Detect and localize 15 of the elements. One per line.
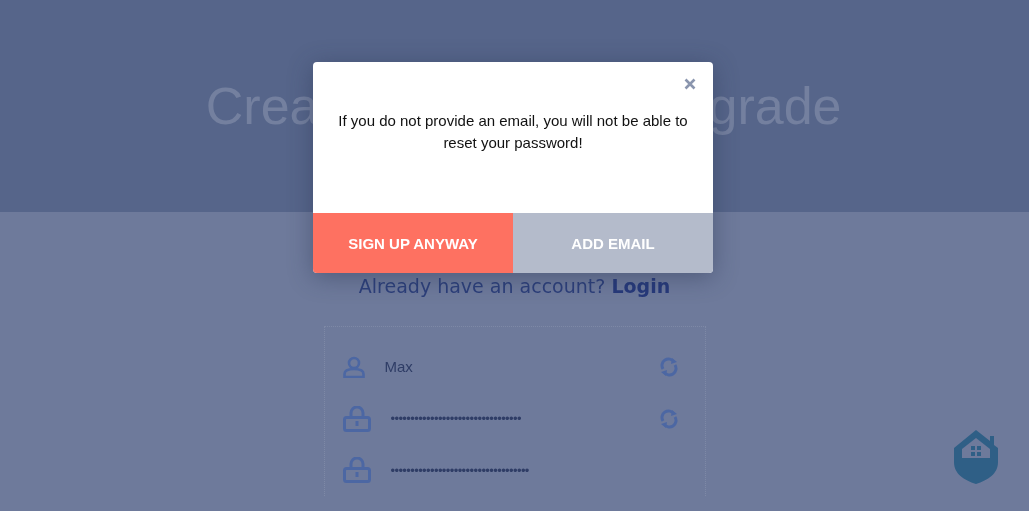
prompt-text: Already have an account?	[358, 275, 607, 297]
close-icon[interactable]	[684, 78, 696, 90]
password-field[interactable]: •••••••••••••••••••••••••••••••••	[390, 411, 639, 426]
user-icon	[342, 355, 365, 378]
refresh-icon[interactable]	[658, 408, 679, 429]
add-email-button[interactable]: ADD EMAIL	[513, 213, 713, 273]
refresh-icon[interactable]	[658, 356, 679, 377]
lock-icon	[342, 457, 371, 484]
shield-house-logo-icon[interactable]	[954, 428, 998, 484]
username-field[interactable]: Max	[384, 358, 639, 376]
lock-icon	[342, 405, 371, 432]
dialog-message: If you do not provide an email, you will not be able to reset your password!	[337, 111, 689, 153]
login-link[interactable]: Login	[611, 275, 671, 297]
sign-up-button[interactable]: SIGN UP ANYWAY	[313, 213, 513, 273]
password-field[interactable]: •••••••••••••••••••••••••••••••••••	[390, 462, 679, 478]
